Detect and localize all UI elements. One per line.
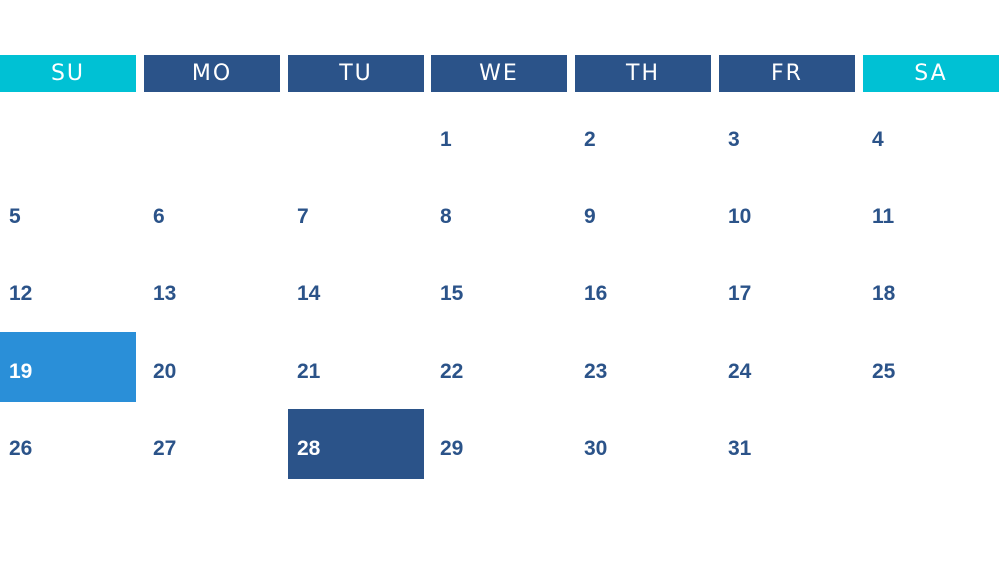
date-number: 20	[153, 360, 177, 383]
weekday-header-row: SU MO TU WE TH FR SA	[0, 55, 1000, 92]
date-number: 1	[440, 128, 452, 151]
date-number: 26	[9, 437, 33, 460]
date-number: 8	[440, 205, 452, 228]
date-number: 7	[297, 205, 309, 228]
date-number: 12	[9, 282, 33, 305]
date-number: 22	[440, 360, 464, 383]
date-number: 9	[584, 205, 596, 228]
weekday-header-mo: MO	[144, 55, 280, 92]
date-number: 13	[153, 282, 177, 305]
date-cell-20[interactable]: 20	[144, 332, 280, 402]
date-number: 18	[872, 282, 896, 305]
date-number: 11	[872, 205, 895, 228]
date-number: 24	[728, 360, 752, 383]
date-number: 5	[9, 205, 21, 228]
date-cell-27[interactable]: 27	[144, 409, 280, 479]
date-cell-1[interactable]: 1	[431, 100, 567, 170]
date-number: 15	[440, 282, 464, 305]
date-cell-26[interactable]: 26	[0, 409, 136, 479]
date-cell-14[interactable]: 14	[288, 254, 424, 324]
date-number: 27	[153, 437, 177, 460]
month-calendar: SU MO TU WE TH FR SA 1 2 3 4 5 6 7 8 9 10 11 12 13 14 15 16 17…	[0, 0, 1000, 561]
empty-cell	[288, 100, 424, 170]
date-cell-18[interactable]: 18	[863, 254, 999, 324]
date-number: 3	[728, 128, 740, 151]
date-cell-8[interactable]: 8	[431, 177, 567, 247]
date-cell-23[interactable]: 23	[575, 332, 711, 402]
date-cell-17[interactable]: 17	[719, 254, 855, 324]
date-number: 30	[584, 437, 608, 460]
date-cell-9[interactable]: 9	[575, 177, 711, 247]
date-cell-13[interactable]: 13	[144, 254, 280, 324]
date-number: 16	[584, 282, 608, 305]
date-cell-21[interactable]: 21	[288, 332, 424, 402]
date-number: 21	[297, 360, 321, 383]
date-number: 25	[872, 360, 896, 383]
empty-cell	[863, 409, 999, 479]
weekday-header-tu: TU	[288, 55, 424, 92]
date-number: 4	[872, 128, 884, 151]
date-cell-29[interactable]: 29	[431, 409, 567, 479]
date-number: 23	[584, 360, 608, 383]
date-cell-3[interactable]: 3	[719, 100, 855, 170]
weekday-header-th: TH	[575, 55, 711, 92]
date-cell-10[interactable]: 10	[719, 177, 855, 247]
date-cell-16[interactable]: 16	[575, 254, 711, 324]
weekday-header-su: SU	[0, 55, 136, 92]
date-cell-19[interactable]: 19	[0, 332, 136, 402]
weekday-header-sa: SA	[863, 55, 999, 92]
date-cell-2[interactable]: 2	[575, 100, 711, 170]
empty-cell	[0, 100, 136, 170]
date-cell-11[interactable]: 11	[863, 177, 999, 247]
date-cell-28[interactable]: 28	[288, 409, 424, 479]
date-cell-24[interactable]: 24	[719, 332, 855, 402]
date-cell-31[interactable]: 31	[719, 409, 855, 479]
date-cell-6[interactable]: 6	[144, 177, 280, 247]
date-number: 17	[728, 282, 752, 305]
date-cell-5[interactable]: 5	[0, 177, 136, 247]
date-cell-30[interactable]: 30	[575, 409, 711, 479]
date-number: 28	[297, 437, 321, 460]
date-cell-15[interactable]: 15	[431, 254, 567, 324]
date-cell-12[interactable]: 12	[0, 254, 136, 324]
date-number: 31	[728, 437, 752, 460]
date-number: 29	[440, 437, 464, 460]
weekday-header-we: WE	[431, 55, 567, 92]
weekday-header-fr: FR	[719, 55, 855, 92]
date-number: 19	[9, 360, 33, 383]
date-number: 14	[297, 282, 321, 305]
date-number: 10	[728, 205, 752, 228]
empty-cell	[144, 100, 280, 170]
date-cell-7[interactable]: 7	[288, 177, 424, 247]
date-cell-4[interactable]: 4	[863, 100, 999, 170]
date-number: 6	[153, 205, 165, 228]
date-number: 2	[584, 128, 596, 151]
date-cell-22[interactable]: 22	[431, 332, 567, 402]
date-cell-25[interactable]: 25	[863, 332, 999, 402]
